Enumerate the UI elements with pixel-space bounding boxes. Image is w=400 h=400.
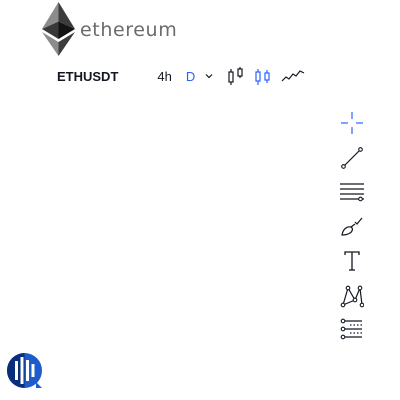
text-icon bbox=[344, 251, 360, 271]
ethereum-diamond-icon bbox=[42, 2, 75, 56]
tool-trend-line[interactable] bbox=[340, 146, 364, 170]
line-icon[interactable] bbox=[281, 66, 305, 86]
candles-icon[interactable] bbox=[254, 66, 272, 86]
tool-brush[interactable] bbox=[340, 215, 364, 239]
tool-text[interactable] bbox=[340, 249, 364, 273]
brand-name: ethereum bbox=[80, 19, 178, 41]
tool-fib-retracement[interactable] bbox=[340, 180, 364, 204]
symbol-name[interactable]: ETHUSDT bbox=[57, 69, 118, 84]
interval-d[interactable]: D bbox=[186, 69, 195, 84]
tool-crosshair[interactable] bbox=[340, 111, 364, 135]
crosshair-icon bbox=[341, 112, 363, 134]
interval-4h[interactable]: 4h bbox=[157, 69, 171, 84]
prediction-icon bbox=[340, 318, 362, 340]
pattern-icon bbox=[340, 285, 364, 307]
chevron-down-icon[interactable] bbox=[204, 71, 214, 81]
ethereum-logo: ethereum bbox=[42, 2, 177, 56]
brush-icon bbox=[341, 217, 363, 236]
trend-line-icon bbox=[341, 146, 363, 169]
drawing-toolbar bbox=[340, 111, 364, 353]
fib-retracement-icon bbox=[340, 183, 364, 202]
tool-pattern[interactable] bbox=[340, 284, 364, 308]
tool-prediction[interactable] bbox=[340, 318, 364, 342]
tradingview-logo-icon[interactable] bbox=[6, 352, 43, 389]
chart-header-toolbar: ETHUSDT 4h D bbox=[57, 64, 314, 88]
bars-icon[interactable] bbox=[227, 66, 245, 86]
